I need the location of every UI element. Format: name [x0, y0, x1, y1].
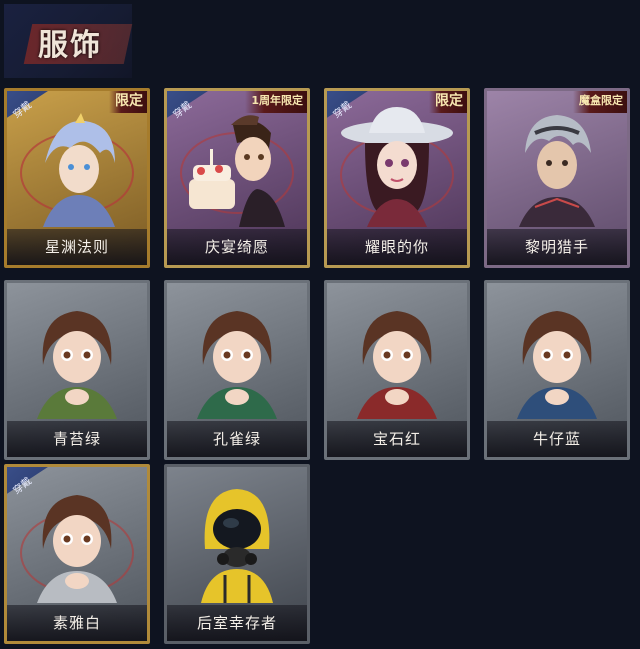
character-portrait-girl-red	[357, 311, 437, 419]
limited-badge: 限定	[109, 91, 147, 113]
page-title: 服饰	[38, 28, 102, 63]
limited-badge: 限定	[429, 91, 467, 113]
character-portrait-girl-blue	[517, 311, 597, 419]
costume-card-qingyan[interactable]: 穿戴 1周年限定 庆宴绮愿	[164, 88, 310, 268]
character-portrait-girl-white	[20, 495, 134, 603]
costume-card-liming[interactable]: 魔盒限定 黎明猎手	[484, 88, 630, 268]
costume-name: 星渊法则	[7, 229, 147, 265]
character-portrait-silver-hunter	[519, 115, 595, 227]
character-portrait-blue-hair	[20, 113, 134, 227]
costume-name: 青苔绿	[7, 421, 147, 457]
costume-card-houshi[interactable]: 后室幸存者	[164, 464, 310, 644]
costume-name: 宝石红	[327, 421, 467, 457]
costume-name: 孔雀绿	[167, 421, 307, 457]
costume-name: 黎明猎手	[487, 229, 627, 265]
limited-badge: 魔盒限定	[573, 91, 627, 113]
costume-card-qingtai[interactable]: 青苔绿	[4, 280, 150, 460]
costume-name: 耀眼的你	[327, 229, 467, 265]
costume-card-kongque[interactable]: 孔雀绿	[164, 280, 310, 460]
character-portrait-girl-green	[37, 311, 117, 419]
costume-name: 素雅白	[7, 605, 147, 641]
costume-name: 牛仔蓝	[487, 421, 627, 457]
costume-card-suya[interactable]: 穿戴 素雅白	[4, 464, 150, 644]
character-portrait-cake-girl	[180, 115, 294, 227]
costume-card-xingyuan[interactable]: 穿戴 限定 星渊法则	[4, 88, 150, 268]
costume-name: 后室幸存者	[167, 605, 307, 641]
costume-name: 庆宴绮愿	[167, 229, 307, 265]
costume-card-niuzai[interactable]: 牛仔蓝	[484, 280, 630, 460]
limited-badge: 1周年限定	[245, 91, 307, 113]
character-portrait-cowboy-girl	[340, 107, 454, 227]
character-portrait-hazmat	[201, 489, 273, 603]
character-portrait-girl-teal	[197, 311, 277, 419]
costume-card-baoshi[interactable]: 宝石红	[324, 280, 470, 460]
page-header: 服饰	[4, 4, 133, 78]
costume-card-yaoyan[interactable]: 穿戴 限定 耀眼的你	[324, 88, 470, 268]
